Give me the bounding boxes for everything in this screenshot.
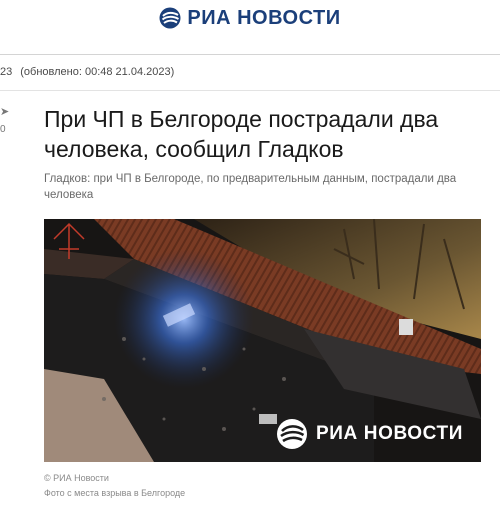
article-photo[interactable]: РИА НОВОСТИ (44, 219, 481, 462)
ria-watermark-icon (277, 419, 308, 449)
brand-name: РИА НОВОСТИ (187, 6, 341, 29)
share-count: 0 (0, 124, 6, 135)
site-logo[interactable]: РИА НОВОСТИ (159, 7, 340, 30)
photo-caption: Фото с места взрыва в Белгороде (44, 488, 186, 498)
header-divider (0, 54, 500, 55)
updated-timestamp: (обновлено: 00:48 21.04.2023) (20, 66, 175, 78)
article-meta: 23 (обновлено: 00:48 21.04.2023) (0, 66, 174, 78)
share-sidebar: ➤ 0 (0, 106, 10, 135)
meta-divider (0, 90, 500, 91)
article-lead: Гладков: при ЧП в Белгороде, по предвари… (44, 173, 457, 201)
photo-watermark: РИА НОВОСТИ (276, 418, 463, 450)
ria-logo-icon (159, 7, 181, 29)
photo-credit: © РИА Новости (44, 473, 109, 483)
publish-date-fragment: 23 (0, 66, 13, 78)
site-header: РИА НОВОСТИ (0, 0, 500, 36)
photo-caption-block: © РИА Новости Фото с места взрыва в Белг… (44, 471, 185, 501)
article-title: При ЧП в Белгороде пострадали два челове… (44, 106, 439, 162)
share-arrow-icon[interactable]: ➤ (0, 106, 10, 118)
watermark-text: РИА НОВОСТИ (316, 423, 463, 444)
